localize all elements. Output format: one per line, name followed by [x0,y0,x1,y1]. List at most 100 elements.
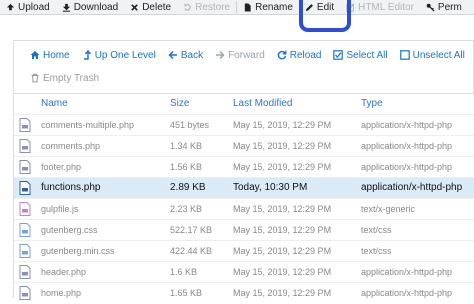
file-name: gutenberg.min.css [41,246,115,256]
file-type: text/x-generic [361,204,416,214]
unselect-all-label: Unselect All [412,49,465,61]
file-name: functions.php [41,182,101,193]
forward-label: Forward [228,49,265,61]
file-row[interactable]: comments-multiple.php 451 bytes May 15, 20… [14,114,474,136]
file-icon [244,2,251,12]
checkbox-empty-icon [399,50,410,60]
file-name: gutenberg.css [41,225,98,235]
up-one-level-button[interactable]: Up One Level [76,50,162,61]
file-list: Name Size Last Modified Type comments-mu… [13,95,474,300]
back-button[interactable]: Back [162,50,209,61]
file-type: application/x-httpd-php [361,288,453,298]
forward-button[interactable]: Forward [209,50,271,61]
upload-icon [6,3,15,10]
html-editor-button[interactable]: HTML Editor [340,0,420,14]
empty-trash-button[interactable]: Empty Trash [24,73,105,84]
navigation-bar: Home Up One Level Back Forward Reload Se… [13,40,474,94]
arrow-left-icon [168,50,177,60]
select-all-label: Select All [346,49,388,61]
unselect-all-button[interactable]: Unselect All [394,50,471,61]
file-row[interactable]: functions.php 2.89 KB Today, 10:30 PM appli… [14,177,474,199]
checkbox-checked-icon [333,50,344,60]
file-size: 1.34 KB [170,141,203,151]
file-row[interactable]: footer.php 1.56 KB May 15, 2019, 12:29 PM a… [14,156,474,178]
file-name: home.php [41,288,82,298]
file-size: 1.65 KB [170,288,203,298]
column-header-type[interactable]: Type [361,98,383,109]
edit-label: Edit [316,1,335,13]
delete-label: Delete [142,1,172,13]
file-last-modified: May 15, 2019, 12:29 PM [233,141,332,151]
restore-icon [184,2,191,11]
css-file-icon [19,223,31,237]
trash-icon [31,73,39,83]
file-row[interactable]: gutenberg.css 522.17 KB May 15, 2019, 12:2… [14,219,474,241]
file-type: application/x-httpd-php [361,162,453,172]
file-last-modified: May 15, 2019, 12:29 PM [233,267,332,277]
file-size: 2.89 KB [170,182,206,193]
download-button[interactable]: Download [56,0,124,14]
file-last-modified: Today, 10:30 PM [233,182,308,193]
js-file-icon [19,202,31,216]
upload-label: Upload [18,1,50,13]
file-size: 522.17 KB [170,225,213,235]
restore-label: Restore [195,1,231,13]
file-last-modified: May 15, 2019, 12:29 PM [233,162,332,172]
empty-trash-label: Empty Trash [43,72,100,84]
arrow-right-icon [216,50,225,60]
delete-button[interactable]: Delete [124,0,177,14]
file-name: footer.php [41,162,82,172]
download-label: Download [73,1,119,13]
home-icon [30,51,40,59]
php-file-icon [19,265,31,279]
file-row[interactable]: home.php 1.65 KB May 15, 2019, 12:29 PM app… [14,282,474,304]
column-header-name[interactable]: Name [41,98,68,109]
php-file-icon [19,160,31,174]
file-name: header.php [41,267,87,277]
html-editor-icon [346,2,355,12]
file-size: 1.6 KB [170,267,198,277]
permissions-button[interactable]: Perm [420,0,468,14]
select-all-button[interactable]: Select All [327,50,393,61]
column-header-last-modified[interactable]: Last Modified [233,98,292,109]
php-file-icon [19,118,31,132]
file-type: application/x-httpd-php [361,120,453,130]
file-last-modified: May 15, 2019, 12:29 PM [233,225,332,235]
key-icon [426,3,435,12]
home-button[interactable]: Home [24,50,76,61]
edit-button[interactable]: Edit [299,0,340,14]
file-last-modified: May 15, 2019, 12:29 PM [233,246,332,256]
file-name: comments-multiple.php [41,120,135,130]
file-type: text/css [361,246,392,256]
rename-button[interactable]: Rename [237,0,299,14]
file-size: 451 bytes [170,120,210,130]
file-last-modified: May 15, 2019, 12:29 PM [233,204,332,214]
file-type: text/css [361,225,392,235]
file-type: application/x-httpd-php [361,267,453,277]
upload-button[interactable]: Upload [0,0,56,14]
level-up-icon [83,50,91,60]
download-icon [62,3,70,12]
file-size: 2.23 KB [170,204,203,214]
file-toolbar: Upload Download Delete Restore Rename Ed… [0,0,474,15]
home-label: Home [43,49,70,61]
reload-button[interactable]: Reload [271,50,328,61]
back-label: Back [180,49,204,61]
file-last-modified: May 15, 2019, 12:29 PM [233,288,332,298]
file-size: 422.44 KB [170,246,213,256]
file-row[interactable]: gulpfile.js 2.23 KB May 15, 2019, 12:29 PM… [14,198,474,220]
restore-button[interactable]: Restore [177,0,236,14]
file-row[interactable]: gutenberg.min.css 422.44 KB May 15, 2019, … [14,240,474,262]
file-row[interactable]: comments.php 1.34 KB May 15, 2019, 12:29 P… [14,135,474,157]
file-type: application/x-httpd-php [361,182,463,193]
close-icon [131,3,138,11]
reload-label: Reload [289,49,322,61]
reload-icon [277,50,287,60]
pencil-icon [305,3,313,11]
php-file-icon [19,181,31,195]
column-header-size[interactable]: Size [170,98,189,109]
file-row[interactable]: header.php 1.6 KB May 15, 2019, 12:29 PM ap… [14,261,474,283]
permissions-label: Perm [437,1,462,13]
file-name: gulpfile.js [41,204,79,214]
file-type: application/x-httpd-php [361,141,453,151]
